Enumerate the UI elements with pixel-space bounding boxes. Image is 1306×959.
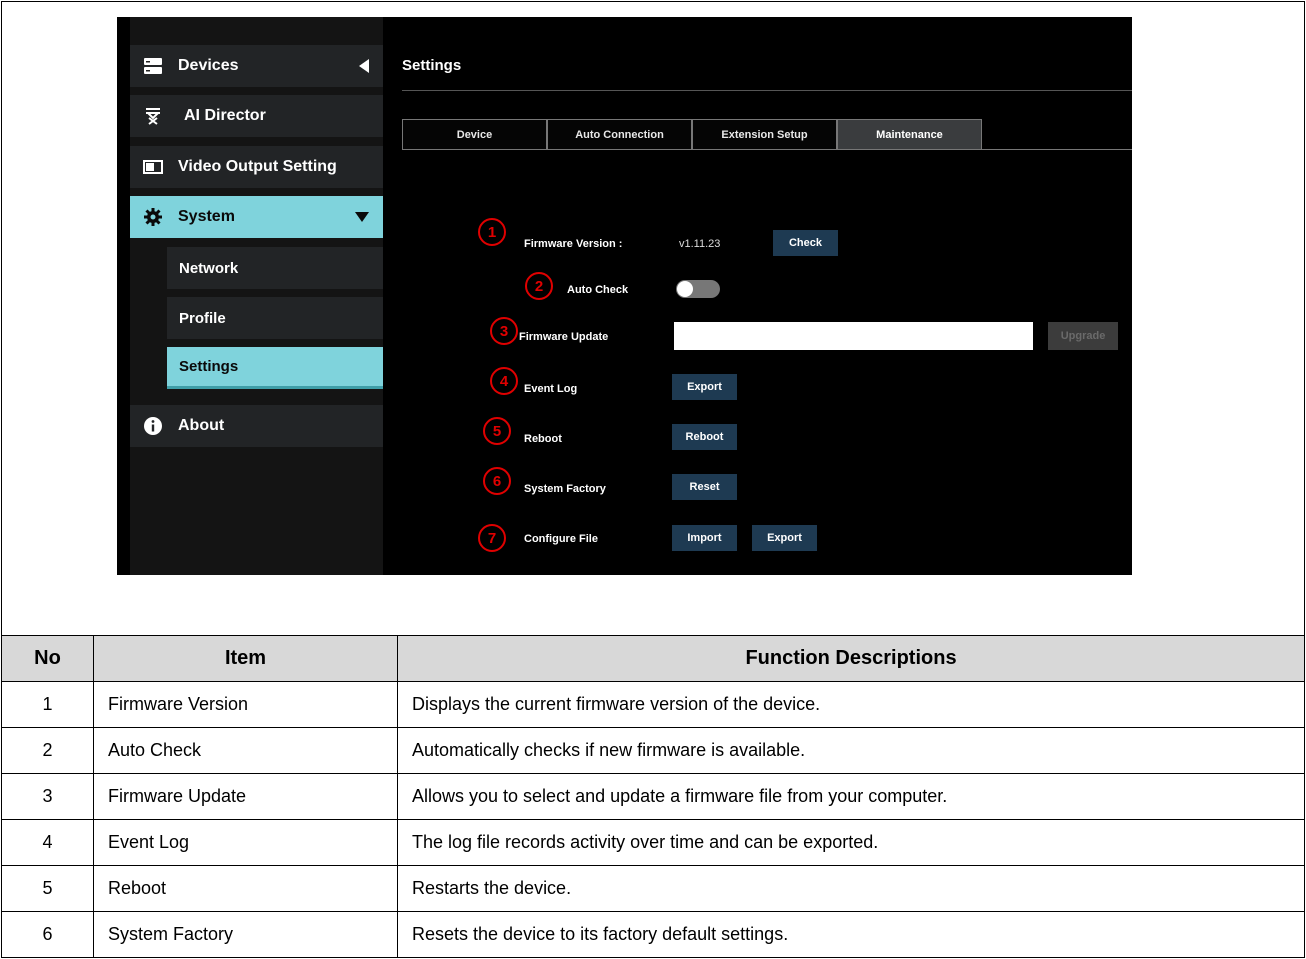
row-description: Automatically checks if new firmware is …	[396, 727, 1306, 775]
row-item: System Factory	[93, 910, 398, 959]
document-table: Devices AI Director Video Output Setting…	[0, 0, 1306, 959]
table-row: 5 Reboot Restarts the device.	[1, 864, 1306, 912]
sidebar-item-about[interactable]: About	[130, 405, 383, 447]
import-config-button[interactable]: Import	[672, 525, 737, 551]
sidebar-item-system[interactable]: System	[130, 196, 383, 238]
tab-bar: Device Auto Connection Extension Setup M…	[402, 119, 982, 150]
row-item: Firmware Update	[93, 773, 398, 820]
table-row: 1 Firmware Version Displays the current …	[1, 681, 1306, 729]
reset-button[interactable]: Reset	[672, 474, 737, 500]
divider	[402, 90, 1132, 91]
configure-file-label: Configure File	[524, 533, 598, 545]
firmware-update-label: Firmware Update	[519, 331, 609, 343]
row-item: Reboot	[93, 864, 398, 912]
main-panel: Settings Device Auto Connection Extensio…	[402, 17, 1132, 575]
marker-5: 5	[483, 417, 511, 445]
marker-6: 6	[483, 467, 511, 495]
sidebar-subitem-label: Settings	[179, 358, 239, 375]
export-log-button[interactable]: Export	[672, 374, 737, 400]
row-description: Resets the device to its factory default…	[396, 910, 1306, 959]
page-title: Settings	[402, 57, 462, 74]
row-no: 6	[1, 910, 94, 959]
marker-3: 3	[490, 317, 518, 345]
sidebar-item-label: Devices	[178, 57, 239, 74]
reboot-button[interactable]: Reboot	[672, 424, 737, 450]
row-no: 5	[1, 864, 94, 912]
table-header: No Item Function Descriptions	[1, 635, 1306, 683]
sidebar-item-label: Video Output Setting	[178, 158, 337, 175]
sidebar-item-devices[interactable]: Devices	[130, 45, 383, 87]
sidebar-subitem-settings[interactable]: Settings	[167, 347, 383, 389]
expand-arrow-icon	[355, 212, 369, 222]
settings-screenshot: Devices AI Director Video Output Setting…	[117, 17, 1132, 575]
auto-check-toggle[interactable]	[676, 280, 720, 298]
row-item: Auto Check	[93, 727, 398, 775]
upgrade-button[interactable]: Upgrade	[1048, 322, 1118, 350]
export-config-button[interactable]: Export	[752, 525, 817, 551]
row-no: 2	[1, 727, 94, 775]
sidebar-subitem-label: Network	[179, 259, 239, 277]
display-icon	[142, 156, 164, 178]
director-chair-icon	[142, 105, 164, 127]
tab-auto-connection[interactable]: Auto Connection	[547, 119, 692, 150]
firmware-file-input[interactable]	[674, 322, 1033, 350]
toggle-knob	[677, 281, 693, 297]
header-no: No	[1, 635, 94, 683]
reboot-label: Reboot	[524, 433, 562, 445]
gear-icon	[142, 206, 164, 228]
tab-maintenance[interactable]: Maintenance	[837, 119, 982, 150]
firmware-version-value: v1.11.23	[679, 238, 721, 250]
sidebar-subitem-network[interactable]: Network	[167, 247, 383, 289]
row-item: Event Log	[93, 819, 398, 866]
check-button[interactable]: Check	[773, 230, 838, 256]
collapse-arrow-icon	[359, 59, 369, 73]
sidebar-item-label: About	[178, 417, 225, 434]
row-description: Allows you to select and update a firmwa…	[396, 773, 1306, 820]
row-description: The log file records activity over time …	[396, 819, 1306, 866]
row-no: 1	[1, 681, 94, 729]
marker-2: 2	[525, 272, 553, 300]
row-item: Firmware Version	[93, 681, 398, 729]
sidebar-item-ai-director[interactable]: AI Director	[130, 95, 383, 137]
auto-check-label: Auto Check	[567, 284, 629, 296]
server-icon	[142, 55, 164, 77]
table-row: 6 System Factory Resets the device to it…	[1, 910, 1306, 959]
marker-4: 4	[490, 367, 518, 395]
row-no: 3	[1, 773, 94, 820]
marker-1: 1	[478, 218, 506, 246]
system-factory-label: System Factory	[524, 483, 606, 495]
sidebar-subitem-profile[interactable]: Profile	[167, 297, 383, 339]
table-row: 4 Event Log The log file records activit…	[1, 819, 1306, 866]
info-icon	[142, 415, 164, 437]
sidebar-subitem-label: Profile	[179, 309, 226, 327]
sidebar-item-video-output[interactable]: Video Output Setting	[130, 146, 383, 188]
marker-7: 7	[478, 524, 506, 552]
table-row: 2 Auto Check Automatically checks if new…	[1, 727, 1306, 775]
firmware-version-label: Firmware Version :	[524, 238, 623, 250]
row-description: Restarts the device.	[396, 864, 1306, 912]
tab-device[interactable]: Device	[402, 119, 547, 150]
table-row: 3 Firmware Update Allows you to select a…	[1, 773, 1306, 820]
header-description: Function Descriptions	[396, 635, 1306, 683]
event-log-label: Event Log	[524, 383, 578, 395]
sidebar-item-label: System	[178, 208, 235, 225]
sidebar-item-label: AI Director	[184, 107, 266, 124]
row-description: Displays the current firmware version of…	[396, 681, 1306, 729]
screenshot-cell: Devices AI Director Video Output Setting…	[0, 0, 1306, 637]
divider	[402, 149, 1132, 150]
header-item: Item	[93, 635, 398, 683]
tab-extension-setup[interactable]: Extension Setup	[692, 119, 837, 150]
sidebar: Devices AI Director Video Output Setting…	[130, 17, 383, 575]
row-no: 4	[1, 819, 94, 866]
